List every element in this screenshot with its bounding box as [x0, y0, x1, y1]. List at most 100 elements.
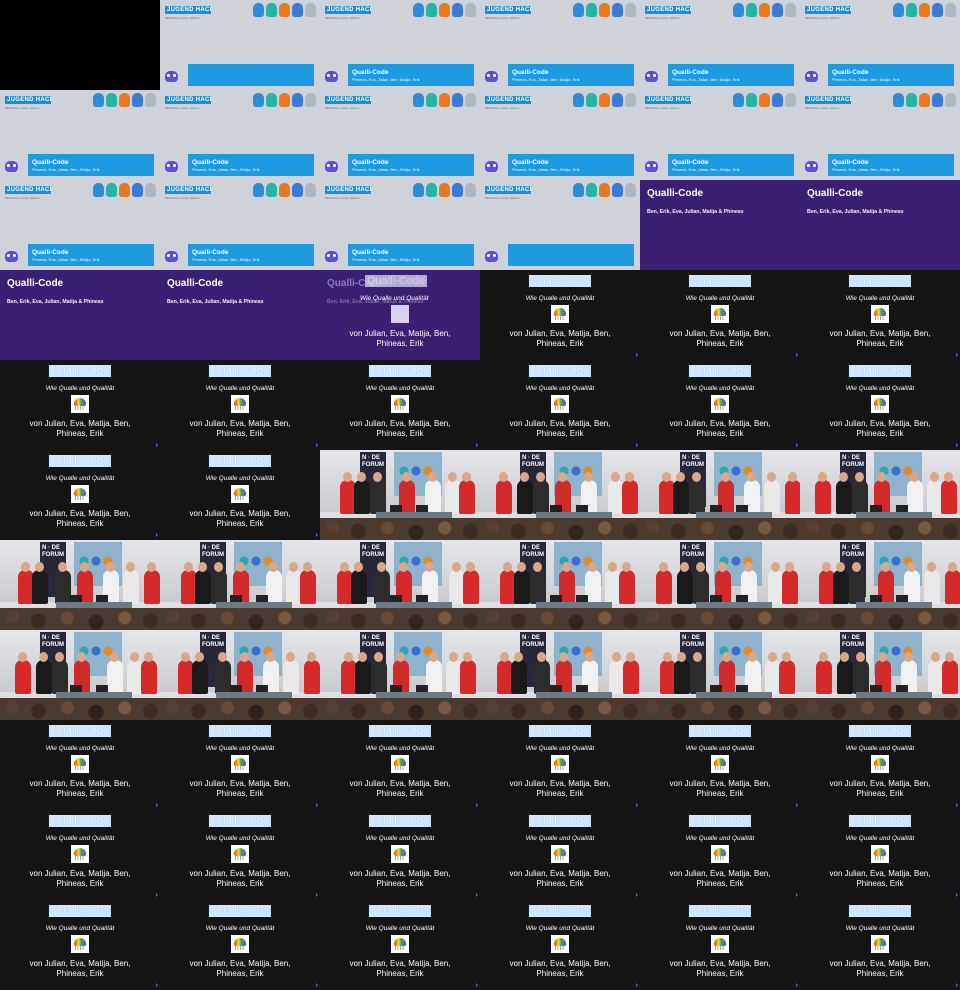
title-card-thumbnail[interactable]: JUGEND HACKT Mitmachen, fertig machen Qu…	[800, 90, 960, 180]
title-card-thumbnail[interactable]: JUGEND HACKT Mitmachen, fertig machen Qu…	[160, 90, 320, 180]
presenter	[370, 480, 386, 514]
dark-title-slide-thumbnail[interactable]: Qualli-Code Wie Qualle und Qualität von …	[640, 360, 800, 450]
dark-title-slide-thumbnail[interactable]: Qualli-Code Wie Qualle und Qualität von …	[640, 720, 800, 810]
title-card-thumbnail[interactable]: JUGEND HACKT Mitmachen, fertig machen Qu…	[480, 90, 640, 180]
stage-photo-thumbnail[interactable]: N · DE FORUM	[800, 540, 960, 630]
dark-title-slide-thumbnail[interactable]: Qualli-Code Wie Qualle und Qualität von …	[480, 900, 640, 990]
audience	[800, 698, 960, 720]
dark-title-slide-thumbnail[interactable]: Qualli-Code Wie Qualle und Qualität von …	[480, 270, 640, 360]
dark-title-slide-thumbnail[interactable]: Qualli-Code Wie Qualle und Qualität von …	[640, 900, 800, 990]
mascot-icon	[465, 93, 476, 107]
slide-title: Qualli-Code	[647, 188, 704, 199]
dark-title-slide-thumbnail[interactable]: Qualli-Code Wie Qualle und Qualität von …	[800, 900, 960, 990]
title-card-thumbnail[interactable]: JUGEND HACKT Mitmachen, fertig machen Qu…	[320, 180, 480, 270]
audience	[320, 518, 480, 540]
dark-title-slide-thumbnail[interactable]: Qualli-Code Wie Qualle und Qualität von …	[640, 810, 800, 900]
dark-title-slide-thumbnail[interactable]: Qualli-Code Wie Qualle und Qualität von …	[160, 810, 320, 900]
stage-photo-thumbnail[interactable]: N · DE FORUM	[320, 450, 480, 540]
dark-title-slide-thumbnail[interactable]: Qualli-Code Wie Qualle und Qualität von …	[160, 450, 320, 540]
presenter	[849, 570, 865, 604]
title-card-thumbnail[interactable]: JUGEND HACKT Mitmachen, fertig machen Qu…	[320, 90, 480, 180]
jellyfish-logo-icon	[231, 845, 249, 863]
project-title: Qualli-Code	[512, 69, 549, 76]
title-card-thumbnail[interactable]: JUGEND HACKT Mitmachen, fertig machen Qu…	[800, 0, 960, 90]
mascot-icon	[612, 3, 623, 17]
title-card-thumbnail[interactable]: JUGEND HACKT Mitmachen, fertig machen Qu…	[640, 0, 800, 90]
slide-authors: von Julian, Eva, Matija, Ben, Phineas, E…	[829, 779, 931, 798]
title-card-thumbnail[interactable]: JUGEND HACKT Mitmachen, fertig machen Qu…	[320, 0, 480, 90]
dark-title-slide-thumbnail[interactable]: Qualli-Code Wie Qualle und Qualität von …	[480, 720, 640, 810]
slide-authors: von Julian, Eva, Matija, Ben, Phineas, E…	[509, 329, 611, 348]
slide-title: Qualli-Code	[688, 905, 752, 917]
stage-photo-thumbnail[interactable]: N · DE FORUM	[320, 630, 480, 720]
purple-title-slide-thumbnail[interactable]: Qualli-Code Ben, Erik, Eva, Julian, Mati…	[160, 270, 320, 360]
presenter	[374, 570, 390, 604]
dark-title-slide-thumbnail[interactable]: Qualli-Code Wie Qualle und Qualität von …	[320, 360, 480, 450]
presenter	[36, 660, 52, 694]
dark-title-slide-thumbnail[interactable]: Qualli-Code Wie Qualle und Qualität von …	[800, 270, 960, 360]
stage-photo-thumbnail[interactable]: N · DE FORUM	[640, 540, 800, 630]
transition-slide-thumbnail[interactable]: Qualli-Code Ben, Erik, Eva, Julian, Mati…	[320, 270, 480, 360]
dark-title-slide-thumbnail[interactable]: Qualli-Code Wie Qualle und Qualität von …	[0, 900, 160, 990]
presenter	[853, 660, 869, 694]
presenter	[764, 480, 780, 514]
project-title: Qualli-Code	[192, 159, 229, 166]
stage-photo-thumbnail[interactable]: N · DE FORUM	[0, 630, 160, 720]
dark-title-slide-thumbnail[interactable]: Qualli-Code Wie Qualle und Qualität von …	[480, 360, 640, 450]
slide-subtitle: Wie Qualle und Qualität	[205, 475, 275, 482]
dark-title-slide-thumbnail[interactable]: Qualli-Code Wie Qualle und Qualität von …	[320, 810, 480, 900]
dark-title-slide-thumbnail[interactable]: Qualli-Code Wie Qualle und Qualität von …	[0, 720, 160, 810]
dark-title-slide-thumbnail[interactable]: Qualli-Code Wie Qualle und Qualität von …	[0, 450, 160, 540]
stage-photo-thumbnail[interactable]: N · DE FORUM	[480, 540, 640, 630]
title-card-thumbnail[interactable]: JUGEND HACKT Mitmachen, fertig machen Qu…	[640, 90, 800, 180]
dark-title-slide-thumbnail[interactable]: Qualli-Code Wie Qualle und Qualität von …	[800, 810, 960, 900]
audience	[480, 608, 640, 630]
dark-title-slide-thumbnail[interactable]: Qualli-Code Wie Qualle und Qualität von …	[320, 720, 480, 810]
title-card-thumbnail[interactable]: JUGEND HACKT Mitmachen, fertig machen Qu…	[160, 180, 320, 270]
mascot-icon	[625, 93, 636, 107]
dark-title-slide-thumbnail[interactable]: Qualli-Code Wie Qualle und Qualität von …	[640, 270, 800, 360]
jellyfish-logo-icon	[391, 935, 409, 953]
dark-title-slide-thumbnail[interactable]: Qualli-Code Wie Qualle und Qualität von …	[0, 810, 160, 900]
stage-photo-thumbnail[interactable]: N · DE FORUM	[160, 540, 320, 630]
presenter	[55, 570, 71, 604]
audience	[480, 698, 640, 720]
dark-title-slide-thumbnail[interactable]: Qualli-Code Wie Qualle und Qualität von …	[0, 360, 160, 450]
stage-photo-thumbnail[interactable]: N · DE FORUM	[800, 630, 960, 720]
dark-title-slide-thumbnail[interactable]: Qualli-Code Wie Qualle und Qualität von …	[320, 900, 480, 990]
title-card-thumbnail[interactable]: JUGEND HACKT Mitmachen, fertig machen Qu…	[0, 90, 160, 180]
dark-title-slide-thumbnail[interactable]: Qualli-Code Wie Qualle und Qualität von …	[160, 900, 320, 990]
mascot-row	[733, 93, 796, 107]
stage-photo-thumbnail[interactable]: N · DE FORUM	[640, 450, 800, 540]
mascot-icon	[465, 183, 476, 197]
title-card-thumbnail[interactable]: JUGEND HACKT Mitmachen, fertig machen	[480, 180, 640, 270]
title-card-thumbnail[interactable]: JUGEND HACKT Mitmachen, fertig machen Qu…	[0, 180, 160, 270]
owl-icon	[325, 71, 338, 82]
stage-photo-thumbnail[interactable]: N · DE FORUM	[320, 540, 480, 630]
team-names: Phineas, Eva, Julian, Ben, Matija, Erik	[512, 167, 580, 172]
stage-photo-thumbnail[interactable]: N · DE FORUM	[480, 630, 640, 720]
purple-title-slide-thumbnail[interactable]: Qualli-Code Ben, Erik, Eva, Julian, Mati…	[640, 180, 800, 270]
dark-title-slide-thumbnail[interactable]: Qualli-Code Wie Qualle und Qualität von …	[800, 360, 960, 450]
stage-photo-thumbnail[interactable]: N · DE FORUM	[800, 450, 960, 540]
stage-photo-thumbnail[interactable]: N · DE FORUM	[160, 630, 320, 720]
purple-title-slide-thumbnail[interactable]: Qualli-Code Ben, Erik, Eva, Julian, Mati…	[800, 180, 960, 270]
title-card-thumbnail[interactable]: JUGEND HACKT Mitmachen, fertig machen	[160, 0, 320, 90]
dark-title-slide-thumbnail[interactable]: Qualli-Code Wie Qualle und Qualität von …	[800, 720, 960, 810]
stage-photo-thumbnail[interactable]: N · DE FORUM	[640, 630, 800, 720]
stage-photo-thumbnail[interactable]: N · DE FORUM	[480, 450, 640, 540]
presenter	[52, 660, 68, 694]
slide-title: Qualli-Code	[807, 188, 864, 199]
slide-title: Qualli-Code	[688, 365, 752, 377]
dark-title-slide-thumbnail[interactable]: Qualli-Code Wie Qualle und Qualität von …	[160, 720, 320, 810]
stage-photo-thumbnail[interactable]: N · DE FORUM	[0, 540, 160, 630]
presenter	[496, 480, 512, 514]
logo-subtitle: Mitmachen, fertig machen	[645, 106, 680, 110]
presenter	[907, 480, 923, 514]
dark-title-slide-thumbnail[interactable]: Qualli-Code Wie Qualle und Qualität von …	[480, 810, 640, 900]
title-card-thumbnail[interactable]: JUGEND HACKT Mitmachen, fertig machen Qu…	[480, 0, 640, 90]
purple-title-slide-thumbnail[interactable]: Qualli-Code Ben, Erik, Eva, Julian, Mati…	[0, 270, 160, 360]
next-arrow-icon	[476, 443, 478, 447]
presenter	[514, 570, 530, 604]
dark-title-slide-thumbnail[interactable]: Qualli-Code Wie Qualle und Qualität von …	[160, 360, 320, 450]
